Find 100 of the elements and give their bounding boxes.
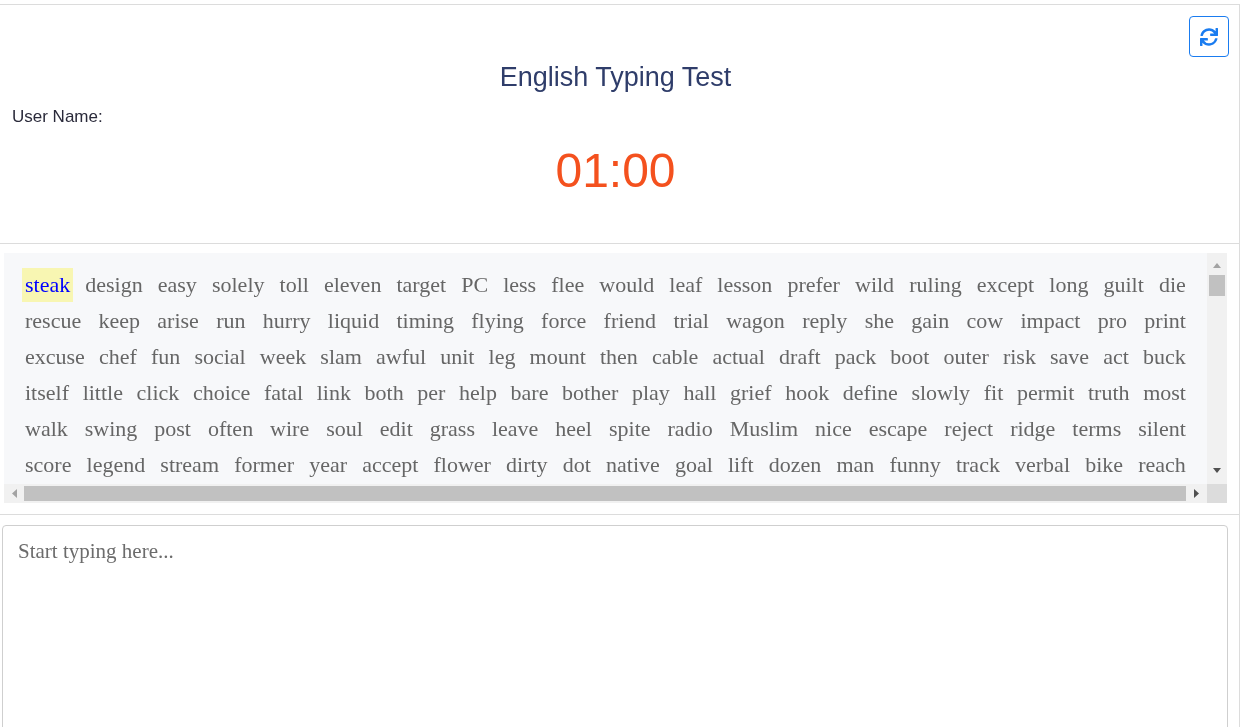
answer-box[interactable]: Start typing here... (2, 525, 1228, 727)
passage-word: would (598, 271, 656, 299)
passage-word: boot (889, 343, 931, 371)
passage-word: silent (1137, 415, 1187, 443)
passage-word: heel (554, 415, 593, 443)
passage-word: week (258, 343, 308, 371)
scrollbar-corner (1207, 484, 1227, 503)
passage-word: save (1049, 343, 1091, 371)
passage-word: slowly (910, 379, 972, 407)
passage-word: escape (867, 415, 929, 443)
passage-word: spite (607, 415, 652, 443)
passage-word: terms (1071, 415, 1123, 443)
passage-word: easy (156, 271, 198, 299)
passage-word: stream (159, 451, 220, 479)
passage-word: native (605, 451, 661, 479)
passage-word: lesson (716, 271, 774, 299)
passage-word: guilt (1102, 271, 1145, 299)
passage-word: liquid (326, 307, 381, 335)
passage-word: force (540, 307, 588, 335)
passage-word: cable (650, 343, 700, 371)
passage-word: die (1157, 271, 1187, 299)
passage-word: choice (191, 379, 252, 407)
passage-word: itself (24, 379, 70, 407)
passage-word: permit (1015, 379, 1076, 407)
passage-word: truth (1086, 379, 1131, 407)
passage-word: dot (561, 451, 592, 479)
passage-word: pro (1096, 307, 1128, 335)
passage-word: arise (156, 307, 200, 335)
passage-word: toll (278, 271, 310, 299)
passage-word: wild (854, 271, 896, 299)
passage-word: flee (550, 271, 586, 299)
passage-word: timing (395, 307, 455, 335)
passage-word: wagon (725, 307, 786, 335)
passage-word: per (416, 379, 447, 407)
passage-word: define (841, 379, 899, 407)
passage-word: goal (673, 451, 714, 479)
passage-word: social (193, 343, 247, 371)
passage-word: bare (509, 379, 550, 407)
passage-word: edit (378, 415, 414, 443)
passage-word: year (308, 451, 348, 479)
passage-word: draft (778, 343, 822, 371)
passage-word: gain (910, 307, 951, 335)
passage-word: actual (711, 343, 766, 371)
passage-word: print (1143, 307, 1187, 335)
passage-word: awful (375, 343, 428, 371)
passage-word: mount (528, 343, 587, 371)
passage-word: friend (602, 307, 658, 335)
passage-word: reject (943, 415, 995, 443)
passage-word: target (395, 271, 448, 299)
passage-word: swing (83, 415, 139, 443)
passage-word: leave (490, 415, 540, 443)
passage-word: bother (561, 379, 620, 407)
passage-word: cow (965, 307, 1005, 335)
passage-word: fit (982, 379, 1005, 407)
passage-word: she (863, 307, 895, 335)
passage-word: ridge (1009, 415, 1057, 443)
passage-word: impact (1019, 307, 1082, 335)
passage-word: track (954, 451, 1001, 479)
passage-word: score (24, 451, 73, 479)
passage-word: former (233, 451, 295, 479)
passage-word: then (598, 343, 639, 371)
passage-word: slam (319, 343, 363, 371)
passage-word: solely (210, 271, 266, 299)
horizontal-scrollbar[interactable] (4, 484, 1207, 503)
passage-word: risk (1001, 343, 1037, 371)
passage-word: chef (97, 343, 138, 371)
passage-word: hall (682, 379, 718, 407)
passage-word: design (84, 271, 144, 299)
passage-word: wire (269, 415, 311, 443)
passage-word: funny (888, 451, 942, 479)
passage-word: fun (149, 343, 182, 371)
page-title: English Typing Test (498, 61, 733, 94)
passage-word: excuse (24, 343, 86, 371)
passage-word: leaf (668, 271, 704, 299)
passage-word: little (81, 379, 124, 407)
passage-word: except (975, 271, 1036, 299)
passage-word: flying (470, 307, 525, 335)
passage-word: reply (801, 307, 849, 335)
passage-word: bike (1084, 451, 1125, 479)
passage-word: ruling (908, 271, 963, 299)
passage-word: grief (729, 379, 773, 407)
refresh-button[interactable] (1189, 16, 1229, 57)
passage-word: act (1102, 343, 1130, 371)
passage-word: pack (833, 343, 878, 371)
passage-word: link (315, 379, 352, 407)
timer: 01:00 (554, 143, 677, 199)
passage-word: both (363, 379, 405, 407)
passage-word: dozen (767, 451, 823, 479)
passage-word: long (1048, 271, 1090, 299)
vertical-scrollbar[interactable] (1207, 253, 1227, 484)
passage-word: walk (24, 415, 69, 443)
passage-word: legend (85, 451, 147, 479)
passage-word: PC (460, 271, 490, 299)
passage-word: unit (439, 343, 476, 371)
passage-word: less (502, 271, 538, 299)
passage-word: verbal (1014, 451, 1071, 479)
passage-word: play (630, 379, 671, 407)
passage-word: trial (672, 307, 710, 335)
passage-word: post (153, 415, 192, 443)
passage-word: soul (325, 415, 364, 443)
